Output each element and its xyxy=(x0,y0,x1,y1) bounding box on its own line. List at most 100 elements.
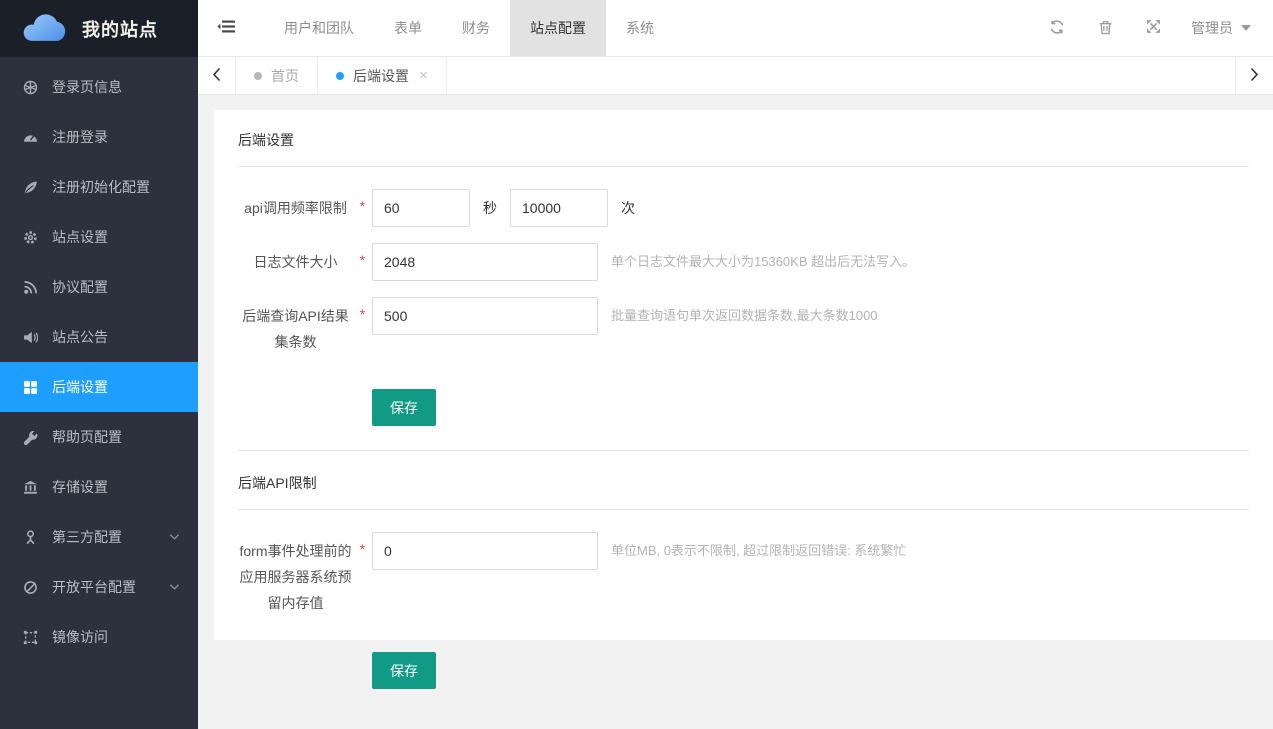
field-label: 日志文件大小 xyxy=(238,243,353,275)
topnav-item-users-teams[interactable]: 用户和团队 xyxy=(264,0,374,56)
topnav-label: 财务 xyxy=(462,18,490,38)
required-marker: * xyxy=(353,189,372,214)
collapse-menu-button[interactable] xyxy=(198,0,254,56)
sidebar-item-open-platform-config[interactable]: 开放平台配置 xyxy=(0,562,198,612)
topnav-label: 系统 xyxy=(626,18,654,38)
section-title: 后端设置 xyxy=(238,110,1249,167)
sidebar-item-label: 注册登录 xyxy=(52,127,108,147)
tabbar-spacer xyxy=(447,57,1235,94)
user-name: 管理员 xyxy=(1191,18,1233,38)
sidebar-item-label: 站点设置 xyxy=(52,227,108,247)
section-body: form事件处理前的 应用服务器系统预 留内存值 * 单位MB, 0表示不限制,… xyxy=(238,510,1249,689)
clear-cache-button[interactable] xyxy=(1081,19,1129,38)
save-row: 保存 xyxy=(372,389,1249,426)
sidebar-item-register-login[interactable]: 注册登录 xyxy=(0,112,198,162)
topnav-item-forms[interactable]: 表单 xyxy=(374,0,442,56)
required-marker: * xyxy=(353,297,372,322)
tab-home[interactable]: 首页 xyxy=(236,57,318,94)
main-column: 用户和团队 表单 财务 站点配置 系统 xyxy=(198,0,1273,729)
sidebar-item-register-init-config[interactable]: 注册初始化配置 xyxy=(0,162,198,212)
sidebar-item-label: 注册初始化配置 xyxy=(52,177,150,197)
tab-backend-settings[interactable]: 后端设置 × xyxy=(318,57,447,94)
bank-icon xyxy=(22,479,38,495)
sidebar-item-site-announcement[interactable]: 站点公告 xyxy=(0,312,198,362)
topnav-item-system[interactable]: 系统 xyxy=(606,0,674,56)
field-label-line: 集条数 xyxy=(238,329,353,355)
sidebar-item-label: 登录页信息 xyxy=(52,77,122,97)
sidebar-item-label: 存储设置 xyxy=(52,477,108,497)
unit-label: 秒 xyxy=(483,189,497,227)
field-form-reserved-memory: form事件处理前的 应用服务器系统预 留内存值 * 单位MB, 0表示不限制,… xyxy=(238,532,1249,616)
sidebar-item-label: 后端设置 xyxy=(52,377,108,397)
sidebar-item-protocol-config[interactable]: 协议配置 xyxy=(0,262,198,312)
topbar-actions: 管理员 xyxy=(1033,0,1273,56)
close-icon[interactable]: × xyxy=(419,68,428,83)
top-nav: 用户和团队 表单 财务 站点配置 系统 xyxy=(264,0,674,56)
sidebar-item-help-page-config[interactable]: 帮助页配置 xyxy=(0,412,198,462)
topnav-item-site-config[interactable]: 站点配置 xyxy=(510,0,606,56)
field-label-line: 应用服务器系统预 xyxy=(238,564,353,590)
user-menu[interactable]: 管理员 xyxy=(1191,18,1251,38)
sidebar-item-storage-settings[interactable]: 存储设置 xyxy=(0,462,198,512)
person-icon xyxy=(22,529,38,545)
wrench-icon xyxy=(22,429,38,445)
unit-label: 次 xyxy=(621,189,635,227)
refresh-button[interactable] xyxy=(1033,19,1081,38)
sidebar-item-label: 协议配置 xyxy=(52,277,108,297)
settings-card: 后端设置 api调用频率限制 * 秒 次 xyxy=(214,110,1273,640)
tab-dot xyxy=(336,72,344,80)
sidebar-item-site-settings[interactable]: 站点设置 xyxy=(0,212,198,262)
sidebar-item-label: 开放平台配置 xyxy=(52,577,136,597)
field-log-file-size: 日志文件大小 * 单个日志文件最大大小为15360KB 超出后无法写入。 xyxy=(238,243,1249,281)
section-backend-api-limit: 后端API限制 form事件处理前的 应用服务器系统预 留内存值 * xyxy=(238,451,1249,689)
tabs-scroll-right-button[interactable] xyxy=(1235,57,1273,94)
gear-icon xyxy=(22,229,38,245)
section-backend-settings: 后端设置 api调用频率限制 * 秒 次 xyxy=(238,110,1249,451)
sidebar-item-third-party-config[interactable]: 第三方配置 xyxy=(0,512,198,562)
field-label-line: 留内存值 xyxy=(238,590,353,616)
sidebar-item-backend-settings[interactable]: 后端设置 xyxy=(0,362,198,412)
field-label-line: 日志文件大小 xyxy=(238,249,353,275)
save-button[interactable]: 保存 xyxy=(372,652,436,689)
required-marker: * xyxy=(353,532,372,557)
sidebar-item-label: 镜像访问 xyxy=(52,627,108,647)
tabs-scroll-left-button[interactable] xyxy=(198,57,236,94)
tab-label: 首页 xyxy=(271,66,299,86)
log-file-size-input[interactable] xyxy=(372,243,598,281)
chevron-left-icon xyxy=(212,67,221,85)
rss-icon xyxy=(22,279,38,295)
dashboard-icon xyxy=(22,129,38,145)
refresh-icon xyxy=(1049,19,1065,38)
open-platform-icon xyxy=(22,579,38,595)
sidebar-nav: 登录页信息 注册登录 注册初始化配置 xyxy=(0,57,198,729)
sidebar-item-label: 第三方配置 xyxy=(52,527,122,547)
tab-label: 后端设置 xyxy=(353,66,409,86)
chevron-right-icon xyxy=(1250,67,1259,85)
sidebar-item-login-page-info[interactable]: 登录页信息 xyxy=(0,62,198,112)
reserved-memory-input[interactable] xyxy=(372,532,598,570)
app-root: 我的站点 登录页信息 注册登录 xyxy=(0,0,1273,729)
sidebar: 我的站点 登录页信息 注册登录 xyxy=(0,0,198,729)
field-control: 单个日志文件最大大小为15360KB 超出后无法写入。 xyxy=(372,243,915,281)
menu-fold-icon xyxy=(217,20,235,37)
mirror-icon xyxy=(22,629,38,645)
fullscreen-button[interactable] xyxy=(1129,19,1177,37)
top-header: 用户和团队 表单 财务 站点配置 系统 xyxy=(198,0,1273,57)
api-rate-count-input[interactable] xyxy=(510,189,608,227)
section-body: api调用频率限制 * 秒 次 xyxy=(238,167,1249,426)
api-rate-seconds-input[interactable] xyxy=(372,189,470,227)
fullscreen-icon xyxy=(1146,19,1161,37)
sidebar-item-mirror-access[interactable]: 镜像访问 xyxy=(0,612,198,662)
field-label-line: 后端查询API结果 xyxy=(238,303,353,329)
save-button[interactable]: 保存 xyxy=(372,389,436,426)
field-label: 后端查询API结果 集条数 xyxy=(238,297,353,355)
query-result-rows-input[interactable] xyxy=(372,297,598,335)
sidebar-item-label: 站点公告 xyxy=(52,327,108,347)
topnav-label: 表单 xyxy=(394,18,422,38)
field-control: 秒 次 xyxy=(372,189,648,227)
field-hint: 批量查询语句单次返回数据条数,最大条数1000 xyxy=(611,297,878,335)
save-row: 保存 xyxy=(372,652,1249,689)
topnav-item-finance[interactable]: 财务 xyxy=(442,0,510,56)
speaker-icon xyxy=(22,329,38,345)
caret-down-icon xyxy=(1241,25,1251,31)
